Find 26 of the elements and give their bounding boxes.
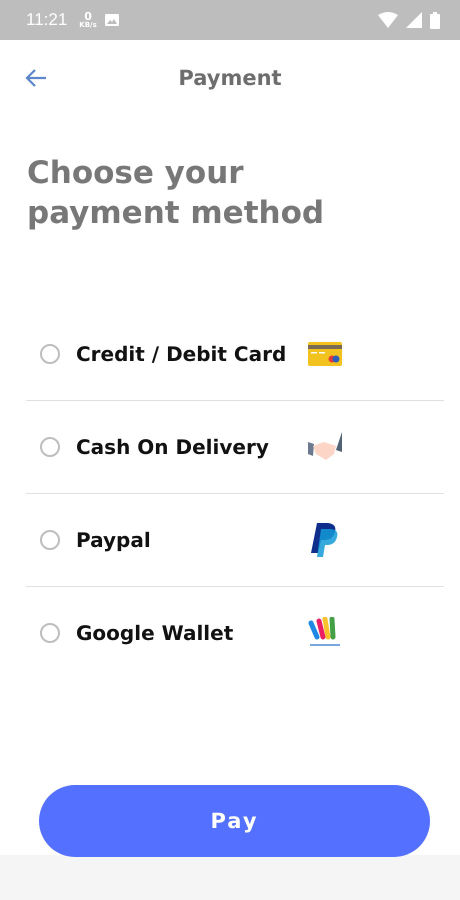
radio-button[interactable] [40,530,60,550]
wallet-logo-icon [308,617,342,649]
wifi-icon [378,12,398,28]
option-label: Google Wallet [76,621,234,645]
back-arrow-icon [24,68,48,88]
radio-button[interactable] [40,437,60,457]
option-label: Paypal [76,528,152,552]
option-label: Credit / Debit Card [76,342,288,366]
image-icon [104,14,119,26]
payment-option[interactable]: Google Wallet [26,587,444,679]
radio-button[interactable] [40,623,60,643]
page-title: Payment [178,66,282,90]
signal-icon [406,12,422,28]
paypal-logo-icon [311,523,339,557]
payment-option[interactable]: Cash On Delivery [26,401,444,494]
battery-icon [430,12,440,28]
payment-option[interactable]: Paypal [26,494,444,587]
handshake-icon [308,432,342,462]
heading: Choose your payment method [27,154,326,233]
radio-button[interactable] [40,344,60,364]
option-label: Cash On Delivery [76,435,270,459]
payment-option[interactable]: Credit / Debit Card [26,308,444,401]
net-speed: 0 [84,11,92,22]
status-time: 11:21 [26,10,68,30]
credit-card-icon [308,342,342,366]
pay-button[interactable]: Pay [39,785,430,857]
